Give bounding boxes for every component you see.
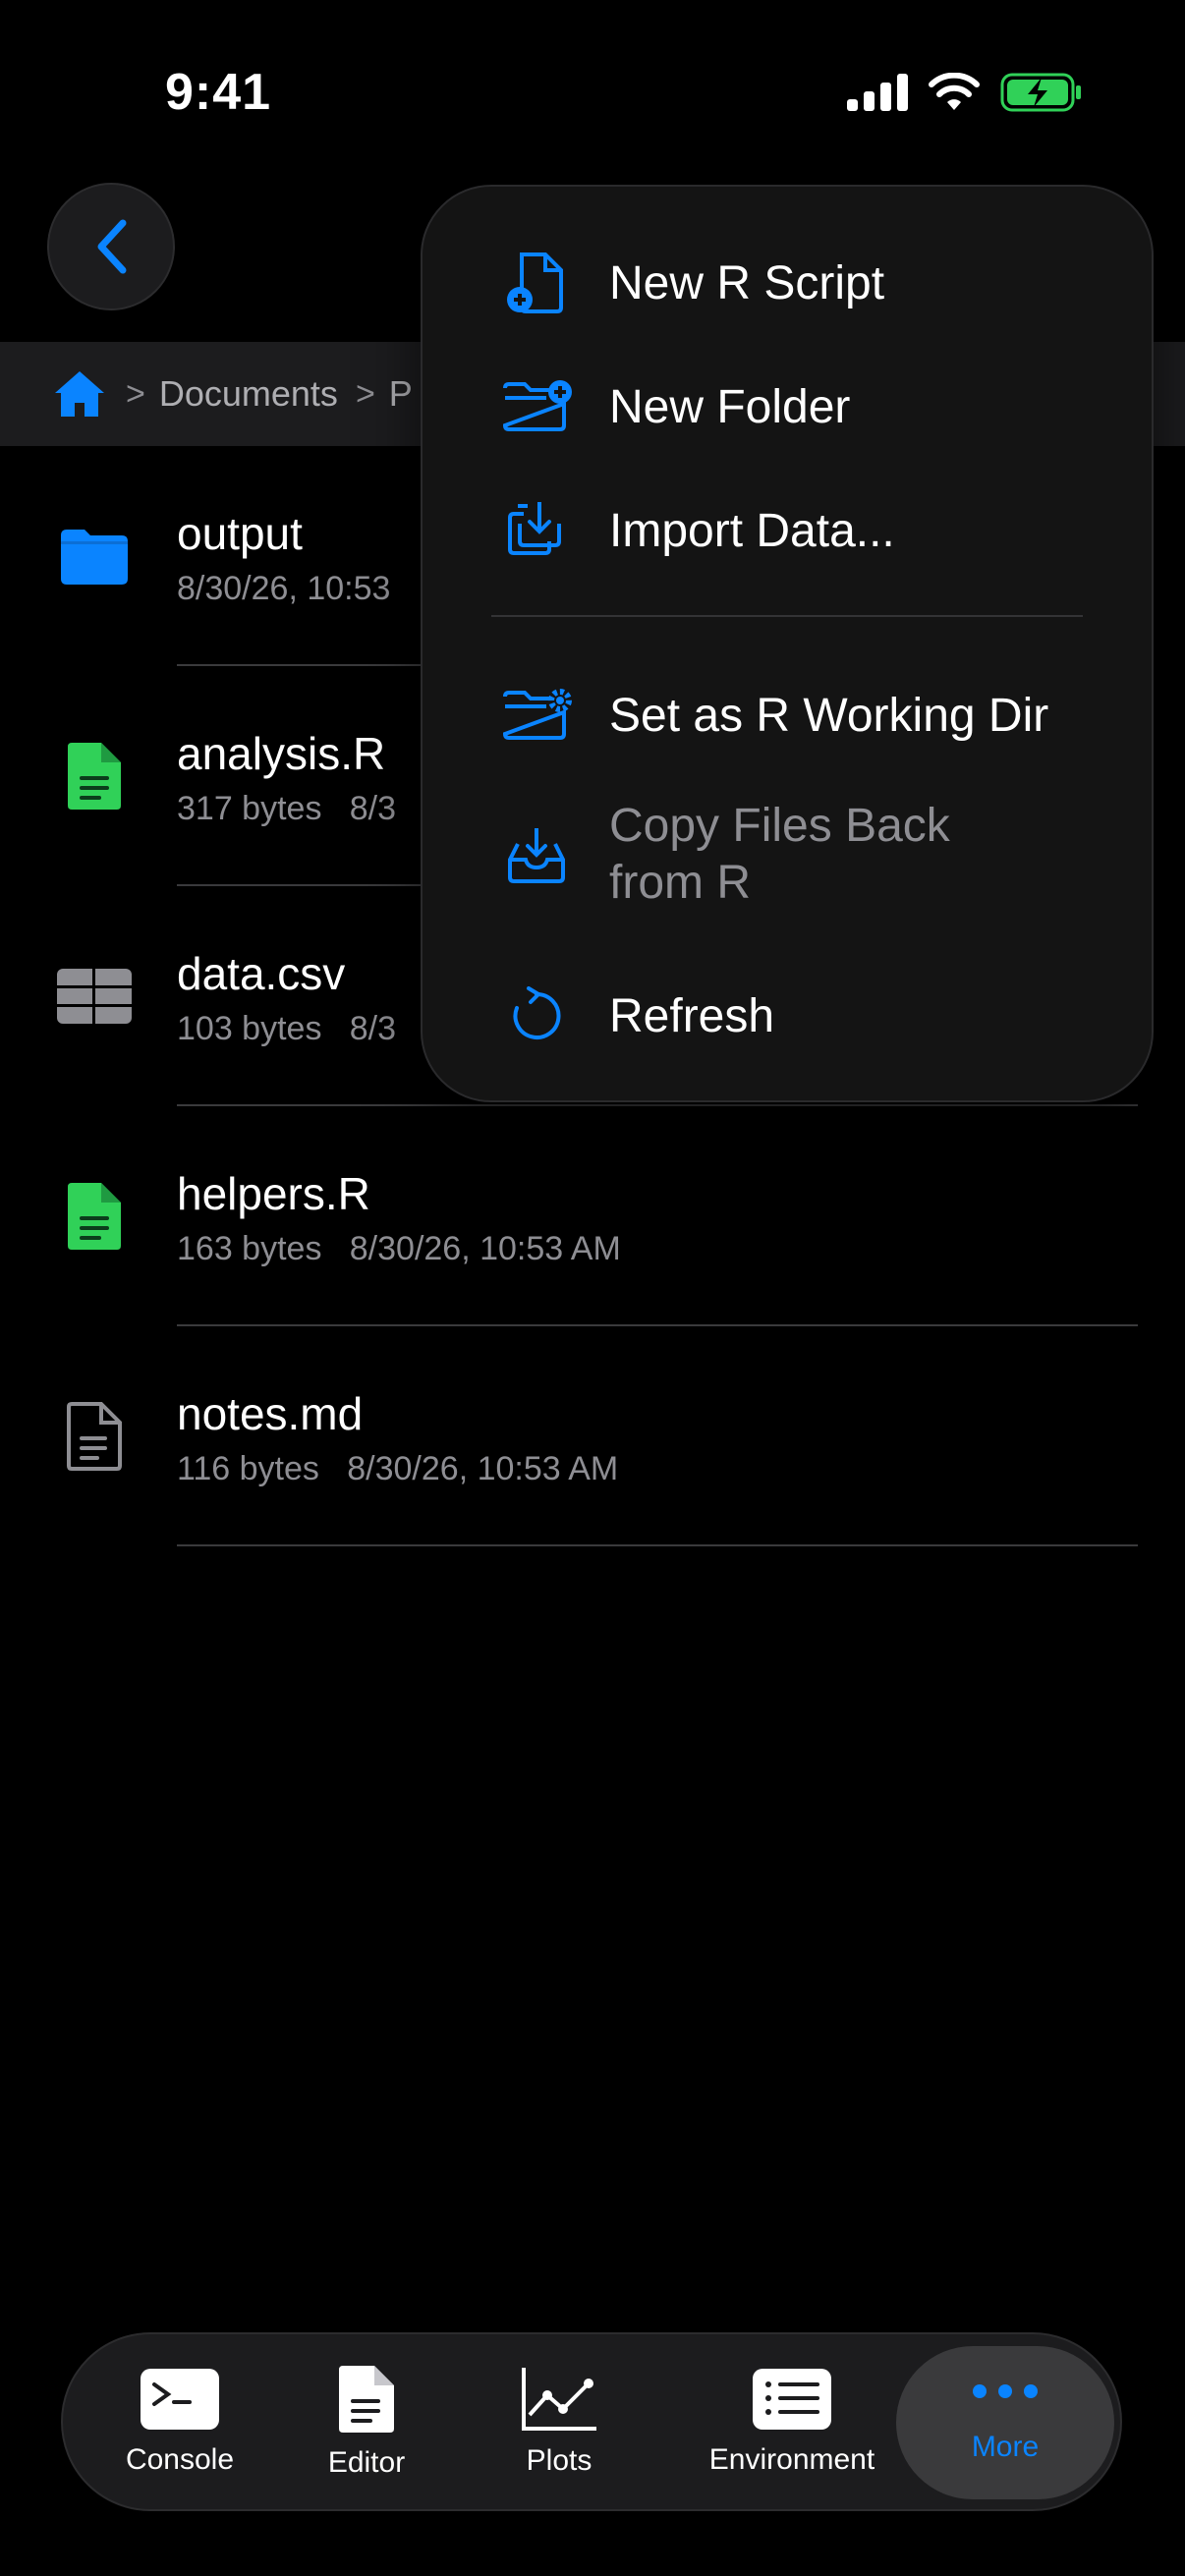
tab-label: Environment <box>708 2443 875 2476</box>
menu-item-label: Set as R Working Dir <box>609 689 1049 742</box>
file-meta: 103 bytes 8/3 <box>177 1010 397 1047</box>
document-icon <box>339 2366 394 2433</box>
menu-item-label: New Folder <box>609 380 851 433</box>
file-name: output <box>177 508 303 559</box>
cellular-signal-icon <box>847 74 908 111</box>
file-meta: 317 bytes 8/3 <box>177 790 397 827</box>
status-icons <box>847 73 1083 112</box>
more-menu: New R Script New Folder Import Data... S… <box>421 185 1154 1102</box>
menu-item-refresh[interactable]: Refresh <box>423 967 1152 1065</box>
new-folder-icon <box>501 371 572 442</box>
status-bar: 9:41 <box>0 0 1185 187</box>
ellipsis-icon <box>973 2384 1038 2398</box>
tab-label: Console <box>125 2443 235 2476</box>
menu-item-new-folder[interactable]: New Folder <box>423 358 1152 456</box>
tab-console[interactable]: Console <box>106 2334 254 2509</box>
wifi-icon <box>929 73 980 110</box>
file-name: notes.md <box>177 1388 364 1439</box>
file-row[interactable]: notes.md 116 bytes 8/30/26, 10:53 AM <box>0 1326 1185 1546</box>
list-icon <box>753 2369 831 2430</box>
file-name: analysis.R <box>177 728 386 779</box>
menu-item-label: Copy Files Back from R <box>609 798 950 912</box>
status-time: 9:41 <box>165 64 272 121</box>
breadcrumb-current[interactable]: P <box>389 373 413 415</box>
tab-more[interactable]: More <box>896 2346 1114 2499</box>
file-name: helpers.R <box>177 1168 370 1219</box>
divider <box>177 1544 1138 1546</box>
terminal-icon <box>141 2369 219 2430</box>
new-r-script-icon <box>501 248 572 318</box>
tab-editor[interactable]: Editor <box>303 2334 430 2509</box>
import-icon <box>501 495 572 566</box>
tab-environment[interactable]: Environment <box>684 2334 900 2509</box>
battery-charging-icon <box>1000 73 1081 112</box>
tab-label: Plots <box>526 2444 592 2477</box>
tab-plots[interactable]: Plots <box>495 2334 623 2509</box>
folder-icon <box>55 446 134 666</box>
back-button[interactable] <box>47 183 175 310</box>
document-icon <box>55 1326 134 1546</box>
r-file-icon <box>55 1106 134 1326</box>
r-file-icon <box>55 666 134 886</box>
file-meta: 116 bytes 8/30/26, 10:53 AM <box>177 1450 619 1487</box>
line-chart-icon <box>522 2368 596 2431</box>
tab-bar: Console Editor Plots Environment More <box>61 2332 1122 2511</box>
menu-item-label: New R Script <box>609 256 885 309</box>
menu-item-import-data[interactable]: Import Data... <box>423 481 1152 580</box>
menu-item-label: Refresh <box>609 989 775 1042</box>
chevron-left-icon <box>97 219 127 274</box>
refresh-icon <box>501 980 572 1051</box>
folder-gear-icon <box>501 680 572 751</box>
file-meta: 163 bytes 8/30/26, 10:53 AM <box>177 1230 621 1267</box>
chevron-right-icon: > <box>126 374 145 413</box>
file-row[interactable]: helpers.R 163 bytes 8/30/26, 10:53 AM <box>0 1106 1185 1326</box>
menu-item-label-line1: Copy Files Back <box>609 800 950 852</box>
chevron-right-icon: > <box>355 374 375 413</box>
tab-label: More <box>971 2431 1040 2463</box>
tab-label: Editor <box>327 2446 406 2479</box>
menu-item-label: Import Data... <box>609 504 895 557</box>
menu-item-copy-files-back[interactable]: Copy Files Back from R <box>423 786 1152 924</box>
home-icon[interactable] <box>51 367 108 420</box>
tray-download-icon <box>501 819 572 890</box>
breadcrumb-documents[interactable]: Documents <box>159 373 338 415</box>
menu-item-set-working-dir[interactable]: Set as R Working Dir <box>423 666 1152 764</box>
menu-item-label-line2: from R <box>609 857 751 909</box>
menu-divider <box>491 615 1083 617</box>
menu-item-new-r-script[interactable]: New R Script <box>423 234 1152 332</box>
table-icon <box>55 886 134 1106</box>
file-name: data.csv <box>177 948 346 999</box>
file-meta: 8/30/26, 10:53 <box>177 570 391 607</box>
